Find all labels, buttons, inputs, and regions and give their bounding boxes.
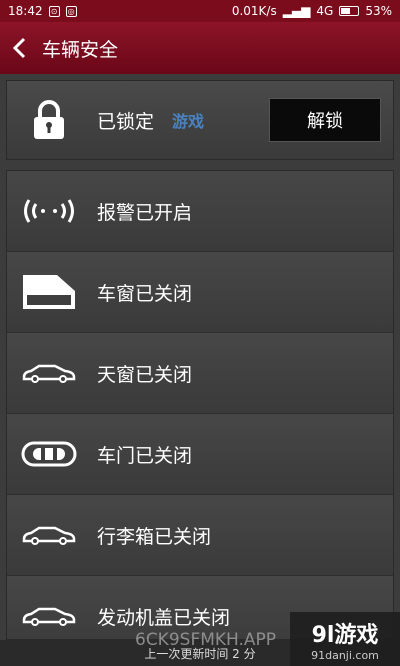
signal-icon: ▂▄▆ (282, 4, 311, 18)
watermark-text: 游戏 (172, 112, 205, 131)
car-trunk-icon (21, 515, 77, 555)
car-hood-icon (21, 596, 77, 636)
status-item-label: 天窗已关闭 (97, 363, 193, 386)
watermark: 游戏 (172, 108, 204, 132)
battery-level: 53% (365, 4, 392, 18)
chevron-left-icon (12, 37, 26, 59)
logo-main-text: 9l游戏 (311, 622, 379, 648)
network-speed: 0.01K/s (231, 4, 277, 18)
status-item-label: 车门已关闭 (97, 444, 193, 467)
page-title: 车辆安全 (42, 38, 119, 61)
battery-icon (339, 6, 360, 16)
status-item-alarm: 报警已开启 (7, 171, 393, 252)
status-item-label: 发动机盖已关闭 (97, 606, 231, 629)
status-list: 报警已开启 车窗已关闭 天窗已关闭 车门已关闭 行李箱已关闭 发动机盖已关闭 (6, 170, 394, 640)
unlock-button[interactable]: 解锁 (269, 98, 381, 142)
lock-status-label: 已锁定 (97, 110, 155, 133)
app-notification-icon-2: ◎ (65, 5, 77, 17)
status-bar: 18:42 ⊙ ◎ 0.01K/s ▂▄▆ 4G 53% (0, 0, 400, 22)
nav-bar: 车辆安全 (0, 22, 400, 74)
status-item-label: 行李箱已关闭 (97, 525, 212, 548)
back-button[interactable] (0, 22, 38, 74)
site-logo: 9l游戏 91danji.com (290, 612, 400, 666)
overlay-watermark: 6CK9SFMKH.APP (135, 630, 277, 650)
logo-sub-text: 91danji.com (311, 648, 379, 662)
status-item-trunk: 行李箱已关闭 (7, 495, 393, 576)
clock: 18:42 (8, 4, 43, 18)
network-type: 4G (316, 4, 334, 18)
lock-icon (34, 100, 64, 139)
status-item-door: 车门已关闭 (7, 414, 393, 495)
status-item-window: 车窗已关闭 (7, 252, 393, 333)
window-icon (21, 272, 77, 312)
app-notification-icon: ⊙ (48, 5, 60, 17)
status-item-label: 车窗已关闭 (97, 282, 193, 305)
car-door-icon (21, 434, 77, 474)
alarm-signal-icon (21, 191, 77, 231)
status-item-label: 报警已开启 (97, 201, 193, 224)
car-sunroof-icon (21, 353, 77, 393)
status-item-sunroof: 天窗已关闭 (7, 333, 393, 414)
